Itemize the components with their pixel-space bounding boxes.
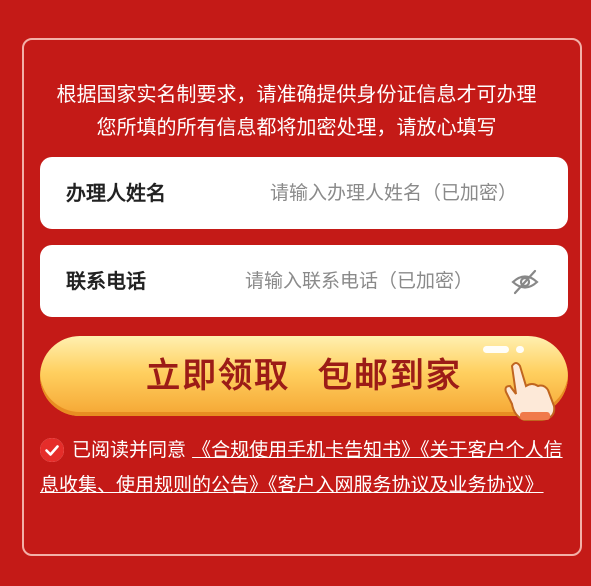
phone-field[interactable]: 联系电话 请输入联系电话（已加密） — [40, 245, 568, 317]
eye-off-icon[interactable] — [510, 267, 540, 297]
button-shine-dot — [516, 346, 524, 353]
name-input[interactable]: 请输入办理人姓名（已加密） — [270, 157, 517, 229]
name-field[interactable]: 办理人姓名 请输入办理人姓名（已加密） — [40, 157, 568, 229]
agreement-link-3[interactable]: 《客户入网服务协议及业务协议》 — [268, 474, 544, 496]
claim-button[interactable]: 立即领取 包邮到家 — [40, 336, 568, 416]
agreement-prefix: 已阅读并同意 — [72, 439, 187, 461]
agreement-text: 已阅读并同意 《合规使用手机卡告知书》《关于客户个人信息收集、使用规则的公告》《… — [40, 433, 570, 503]
pointing-hand-icon — [504, 362, 556, 421]
intro-line-1: 根据国家实名制要求，请准确提供身份证信息才可办理 — [56, 82, 537, 106]
agreement-link-1[interactable]: 《合规使用手机卡告知书》 — [192, 439, 420, 461]
intro-text: 根据国家实名制要求，请准确提供身份证信息才可办理 您所填的所有信息都将加密处理，… — [24, 78, 569, 144]
phone-input[interactable]: 请输入联系电话（已加密） — [245, 245, 473, 317]
name-label: 办理人姓名 — [66, 181, 166, 205]
button-shine — [483, 346, 509, 353]
intro-line-2: 您所填的所有信息都将加密处理，请放心填写 — [96, 115, 497, 139]
phone-label: 联系电话 — [66, 269, 146, 293]
